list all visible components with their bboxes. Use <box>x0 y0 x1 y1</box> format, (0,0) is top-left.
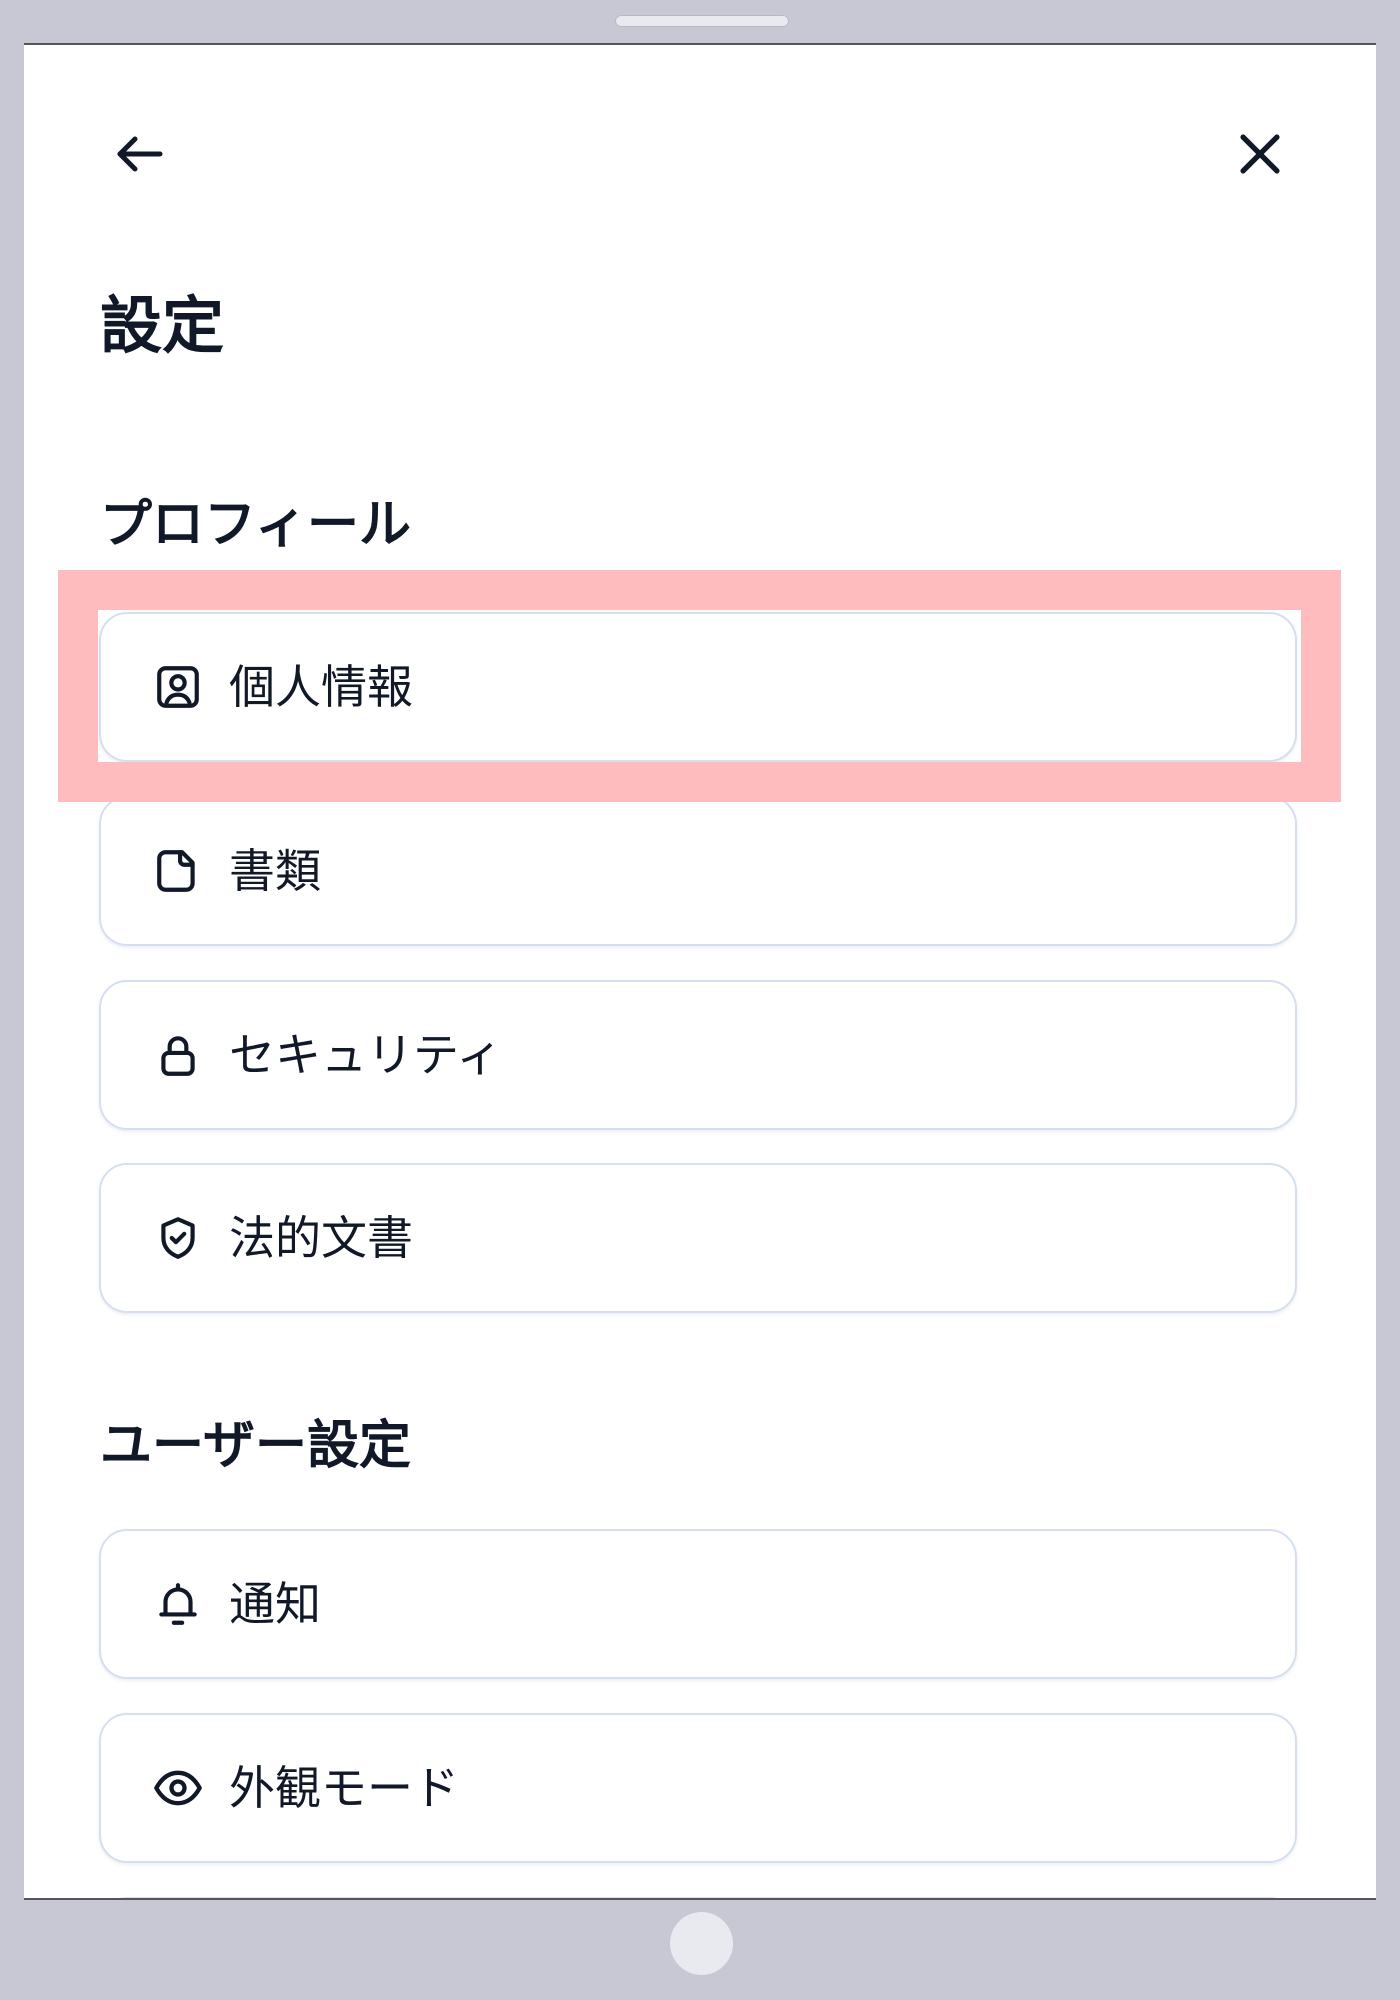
user-square-icon <box>151 660 205 714</box>
tablet-frame: 設定 プロフィール 個人情報 書類 セキュリティ 法的文書 ユーザー設定 通知 … <box>0 0 1400 2000</box>
section-heading-user-settings: ユーザー設定 <box>100 1416 411 1476</box>
section-heading-profile: プロフィール <box>100 495 411 555</box>
settings-item-appearance-mode[interactable]: 外観モード <box>99 1713 1297 1863</box>
close-icon <box>1231 125 1289 187</box>
speaker-grille <box>615 15 789 27</box>
lock-icon <box>151 1028 205 1082</box>
bell-icon <box>151 1577 205 1631</box>
screen: 設定 プロフィール 個人情報 書類 セキュリティ 法的文書 ユーザー設定 通知 … <box>24 43 1376 1900</box>
settings-item-documents[interactable]: 書類 <box>99 796 1297 946</box>
settings-item-partial[interactable] <box>99 1897 1297 1898</box>
settings-item-label: 外観モード <box>229 1761 459 1815</box>
settings-item-personal-info[interactable]: 個人情報 <box>99 612 1297 762</box>
shield-check-icon <box>151 1211 205 1265</box>
settings-item-label: セキュリティ <box>229 1028 503 1082</box>
settings-item-label: 法的文書 <box>229 1211 413 1265</box>
settings-item-notifications[interactable]: 通知 <box>99 1529 1297 1679</box>
back-button[interactable] <box>104 120 176 192</box>
settings-item-label: 個人情報 <box>229 660 413 714</box>
settings-item-label: 通知 <box>229 1577 321 1631</box>
settings-item-legal-documents[interactable]: 法的文書 <box>99 1163 1297 1313</box>
settings-item-label: 書類 <box>229 844 321 898</box>
eye-icon <box>151 1761 205 1815</box>
home-button[interactable] <box>670 1912 733 1975</box>
page-title: 設定 <box>100 289 225 362</box>
document-icon <box>151 844 205 898</box>
settings-item-security[interactable]: セキュリティ <box>99 980 1297 1130</box>
close-button[interactable] <box>1224 120 1296 192</box>
arrow-left-icon <box>110 124 170 188</box>
